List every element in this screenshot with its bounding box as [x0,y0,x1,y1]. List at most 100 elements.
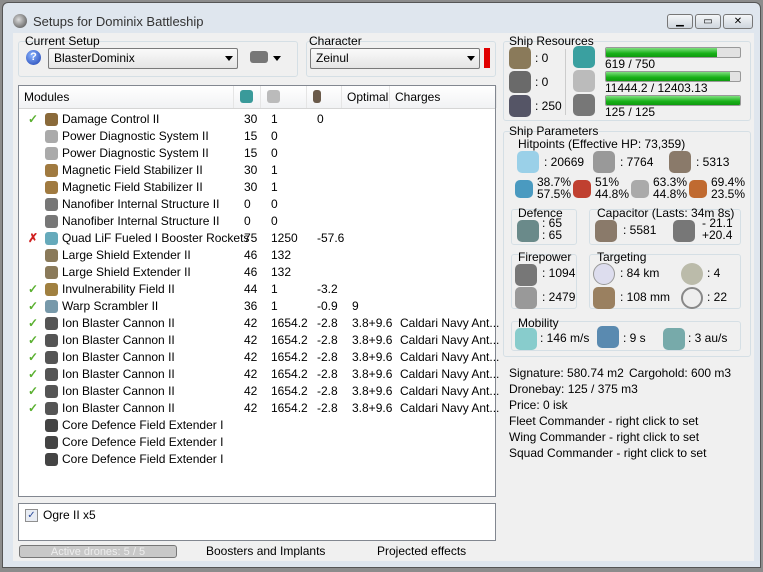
active-drones-tab[interactable]: Active drones: 5 / 5 [19,545,177,558]
launcher-slots: : 0 [535,75,549,89]
module-powergrid: 0 [271,197,278,211]
module-row[interactable]: Core Defence Field Extender I [19,451,495,468]
module-powergrid: 1654.2 [271,367,308,381]
module-row[interactable]: Power Diagnostic System II 15 0 [19,145,495,162]
active-check-icon: ✓ [28,333,39,347]
shield-hp: : 20669 [544,155,585,169]
drone-checkbox[interactable]: ✓ [25,509,38,522]
module-charges: Caldari Navy Ant... [400,401,500,415]
module-row[interactable]: Magnetic Field Stabilizer II 30 1 [19,179,495,196]
module-icon [45,402,58,415]
squad-commander[interactable]: Squad Commander - right click to set [509,446,706,460]
ship-menu-icon[interactable] [250,51,268,63]
wing-commander[interactable]: Wing Commander - right click to set [509,430,699,444]
warp-speed: : 3 au/s [688,331,728,345]
module-row[interactable]: ✓ Ion Blaster Cannon II 42 1654.2 -2.8 3.8+9.… [19,332,499,349]
max-speed: : 146 m/s [540,331,590,345]
turret-hardpoint-icon [509,47,531,69]
projected-effects-tab[interactable]: Projected effects [377,545,466,558]
module-capacitor: -3.2 [317,282,338,296]
module-cpu: 46 [244,265,258,279]
col-charges[interactable]: Charges [390,86,497,108]
module-icon [45,351,58,364]
module-cpu: 0 [244,197,251,211]
module-icon [45,385,58,398]
module-powergrid: 1 [271,282,278,296]
cpu-icon [573,46,595,68]
module-name: Invulnerability Field II [62,282,175,296]
offline-x-icon: ✗ [28,231,39,245]
module-cpu: 15 [244,146,258,160]
client-area: Current Setup ? BlasterDominix Character… [13,33,754,561]
module-row[interactable]: ✓ Warp Scrambler II 36 1 -0.9 9 [19,298,495,315]
module-name: Core Defence Field Extender I [62,452,224,466]
active-check-icon: ✓ [28,282,39,296]
module-row[interactable]: ✓ Ion Blaster Cannon II 42 1654.2 -2.8 3.8+9.… [19,315,499,332]
help-icon[interactable]: ? [26,50,41,65]
close-button[interactable]: ✕ [723,14,753,29]
module-capacitor: -2.8 [317,367,338,381]
drones-list[interactable]: ✓ Ogre II x5 [18,503,496,541]
module-row[interactable]: Nanofiber Internal Structure II 0 0 [19,196,495,213]
module-name: Large Shield Extender II [62,265,191,279]
col-modules[interactable]: Modules [19,86,234,108]
module-powergrid: 1654.2 [271,384,308,398]
capacitor-icon [313,90,321,103]
module-row[interactable]: ✓ Damage Control II 30 1 0 [19,111,495,128]
maximize-button[interactable]: ▭ [695,14,721,29]
module-optimal: 3.8+9.6 [352,350,393,364]
window-title: Setups for Dominix Battleship [33,14,204,29]
module-name: Power Diagnostic System II [62,146,209,160]
module-charges: Caldari Navy Ant... [400,350,500,364]
module-name: Nanofiber Internal Structure II [62,197,220,211]
ship-parameters-title: Ship Parameters [509,124,599,138]
module-row[interactable]: Core Defence Field Extender I [19,434,495,451]
powergrid-value: 11444.2 / 12403.13 [605,81,708,95]
module-cpu: 42 [244,384,258,398]
boosters-implants-tab[interactable]: Boosters and Implants [206,545,325,558]
module-icon [45,300,58,313]
module-row[interactable]: Power Diagnostic System II 15 0 [19,128,495,145]
module-icon [45,334,58,347]
module-powergrid: 0 [271,129,278,143]
col-cpu[interactable] [234,86,261,108]
module-row[interactable]: Large Shield Extender II 46 132 [19,247,495,264]
module-row[interactable]: ✓ Ion Blaster Cannon II 42 1654.2 -2.8 3.8+9.… [19,366,499,383]
module-row[interactable]: ✓ Ion Blaster Cannon II 42 1654.2 -2.8 3.8+9.… [19,400,499,417]
module-capacitor: -2.8 [317,350,338,364]
setup-dropdown[interactable]: BlasterDominix [48,48,238,69]
module-row[interactable]: ✗ Quad LiF Fueled I Booster Rockets 75 1250… [19,230,495,247]
module-icon [45,198,58,211]
module-capacitor: -2.8 [317,316,338,330]
col-powergrid[interactable] [261,86,307,108]
module-charges: Caldari Navy Ant... [400,384,500,398]
right-panel: Ship Resources : 0 : 0 : 250 619 / 750 1… [501,33,754,561]
module-row[interactable]: ✓ Ion Blaster Cannon II 42 1654.2 -2.8 3.8+9.… [19,349,499,366]
launcher-hardpoint-icon [509,71,531,93]
module-powergrid: 1 [271,180,278,194]
module-row[interactable]: ✓ Ion Blaster Cannon II 42 1654.2 -2.8 3.8+9.… [19,383,499,400]
modules-list[interactable]: Modules Optimal Charges ✓ Damage Control … [18,85,499,497]
module-cpu: 42 [244,333,258,347]
thermal-resist-icon [573,180,591,198]
module-row[interactable]: Large Shield Extender II 46 132 [19,264,495,281]
thermal-resist: 51% 44.8% [595,175,630,201]
character-label: Character [309,34,362,48]
col-capacitor[interactable] [307,86,342,108]
col-optimal[interactable]: Optimal [342,86,390,108]
minimize-button[interactable]: ▁ [667,14,693,29]
module-row[interactable]: Magnetic Field Stabilizer II 30 1 [19,162,495,179]
active-check-icon: ✓ [28,384,39,398]
sensor-strength: : 22 [707,290,728,304]
module-row[interactable]: Core Defence Field Extender I [19,417,495,434]
targeting-range-icon [593,263,615,285]
chevron-down-icon[interactable] [273,56,281,61]
module-optimal: 3.8+9.6 [352,401,393,415]
dronebay: Dronebay: 125 / 375 m3 [509,382,638,396]
character-dropdown[interactable]: Zeinul [310,48,480,69]
module-row[interactable]: ✓ Invulnerability Field II 44 1 -3.2 [19,281,495,298]
module-powergrid: 1 [271,112,278,126]
module-row[interactable]: Nanofiber Internal Structure II 0 0 [19,213,495,230]
cpu-icon [240,90,253,103]
fleet-commander[interactable]: Fleet Commander - right click to set [509,414,698,428]
